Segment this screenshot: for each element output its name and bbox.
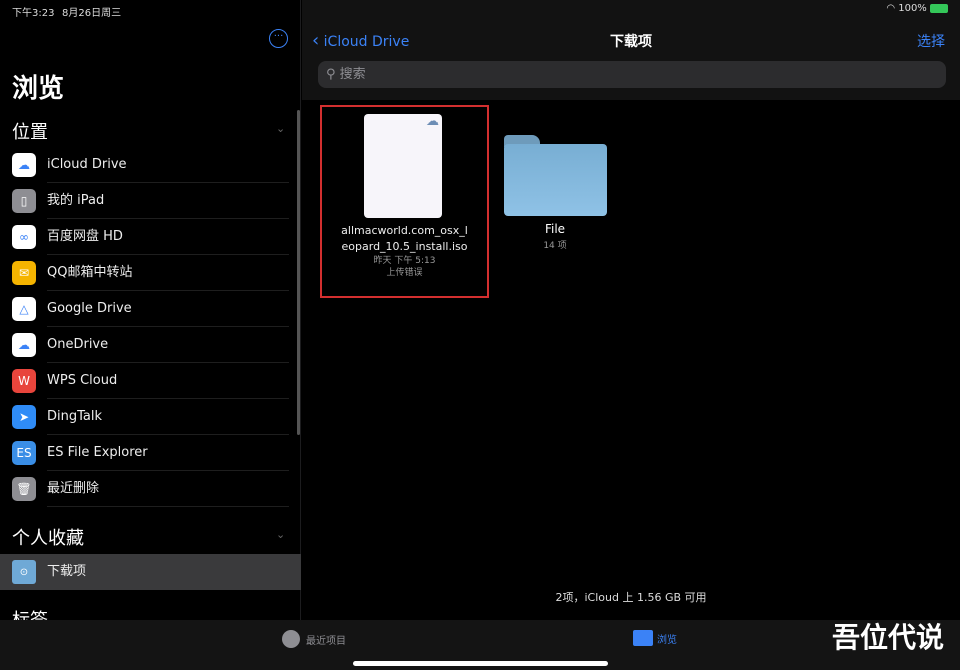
dingtalk-icon: ➤ (12, 405, 36, 429)
sidebar-item-location[interactable]: ➤ DingTalk (0, 399, 301, 435)
sidebar-item-location[interactable]: ☁ OneDrive (0, 327, 301, 363)
sidebar-item-label: 我的 iPad (47, 183, 289, 219)
storage-footer: 2项，iCloud 上 1.56 GB 可用 (302, 589, 960, 605)
wifi-icon: ◠ (886, 3, 898, 14)
favorites-header[interactable]: 个人收藏 (12, 524, 84, 550)
es-icon: ES (12, 441, 36, 465)
folder-name: File (500, 222, 610, 236)
more-button[interactable]: ··· (269, 29, 288, 48)
trash-icon: 🗑 (12, 477, 36, 501)
sidebar-item-location[interactable]: ✉ QQ邮箱中转站 (0, 255, 301, 291)
sidebar-item-location[interactable]: ▯ 我的 iPad (0, 183, 301, 219)
sidebar-item-label: OneDrive (47, 327, 289, 363)
tab-recents[interactable]: 最近项目 (282, 630, 346, 648)
chevron-down-icon[interactable]: ⌄ (276, 528, 285, 541)
sidebar-item-location[interactable]: ☁ iCloud Drive (0, 147, 301, 183)
sidebar-item-label: 百度网盘 HD (47, 219, 289, 255)
watermark: 吾位代说 (832, 616, 944, 656)
icloud-icon: ☁ (12, 153, 36, 177)
home-indicator[interactable] (353, 661, 608, 666)
sidebar-item-label: iCloud Drive (47, 147, 289, 183)
file-name: allmacworld.com_osx_l (322, 223, 487, 239)
sidebar-item-location[interactable]: ∞ 百度网盘 HD (0, 219, 301, 255)
scrollbar[interactable] (297, 110, 300, 435)
sidebar-item-location[interactable]: △ Google Drive (0, 291, 301, 327)
downloads-folder-icon: ⊙ (12, 560, 36, 584)
folder-item-file[interactable]: File 14 项 (500, 130, 610, 260)
battery-icon (930, 4, 948, 13)
google-drive-icon: △ (12, 297, 36, 321)
document-icon: ☁ (364, 114, 442, 218)
search-input[interactable]: ⚲ 搜索 (318, 61, 946, 88)
folder-icon-body (504, 144, 607, 216)
baidu-icon: ∞ (12, 225, 36, 249)
sidebar-item-label: DingTalk (47, 399, 289, 435)
sidebar-item-location[interactable]: 🗑 最近删除 (0, 471, 301, 507)
sidebar: 下午3:23 8月26日周三 ··· 浏览 位置 ⌄ ☁ iCloud Drive… (0, 0, 301, 620)
file-name: eopard_10.5_install.iso (322, 239, 487, 255)
search-icon: ⚲ (326, 67, 336, 82)
file-item-iso[interactable]: ☁ allmacworld.com_osx_l eopard_10.5_inst… (320, 105, 489, 298)
sidebar-item-downloads[interactable]: ⊙ 下载项 (0, 554, 301, 590)
sidebar-item-label: QQ邮箱中转站 (47, 255, 289, 291)
status-time: 下午3:23 (12, 4, 54, 19)
sidebar-item-label: Google Drive (47, 291, 289, 327)
battery-percent: 100% (898, 3, 927, 14)
clock-icon (282, 630, 300, 648)
folder-icon (633, 630, 653, 646)
chevron-down-icon[interactable]: ⌄ (276, 122, 285, 135)
sidebar-item-label: 下载项 (47, 554, 289, 590)
select-button[interactable]: 选择 (917, 31, 945, 51)
sidebar-item-label: ES File Explorer (47, 435, 289, 471)
sidebar-item-label: WPS Cloud (47, 363, 289, 399)
file-status: 上传错误 (322, 267, 487, 279)
sidebar-item-location[interactable]: ES ES File Explorer (0, 435, 301, 471)
sidebar-title: 浏览 (12, 68, 64, 105)
locations-header[interactable]: 位置 (12, 118, 48, 144)
tab-bar: 最近项目 浏览 吾位代说 (0, 620, 960, 670)
onedrive-icon: ☁ (12, 333, 36, 357)
page-title: 下载项 (302, 31, 960, 51)
status-date: 8月26日周三 (62, 4, 121, 19)
sidebar-item-label: 最近删除 (47, 471, 289, 507)
sidebar-item-location[interactable]: W WPS Cloud (0, 363, 301, 399)
cloud-error-icon: ☁ (426, 114, 439, 129)
folder-count: 14 项 (500, 238, 610, 251)
tab-browse[interactable]: 浏览 (633, 630, 677, 646)
ipad-icon: ▯ (12, 189, 36, 213)
file-date: 昨天 下午 5:13 (322, 255, 487, 267)
wps-icon: W (12, 369, 36, 393)
tab-label: 最近项目 (306, 632, 346, 647)
nav-header: ◠ 100% ‹ iCloud Drive 下载项 选择 ⚲ 搜索 (302, 0, 960, 100)
qqmail-icon: ✉ (12, 261, 36, 285)
tab-label: 浏览 (657, 631, 677, 646)
